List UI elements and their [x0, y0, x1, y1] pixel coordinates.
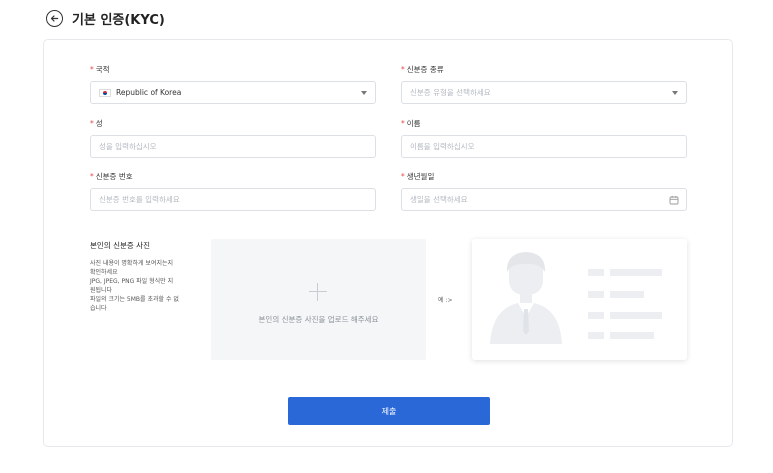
page-title: 기본 인증(KYC): [72, 12, 165, 28]
id-number-label-text: 신분증 번호: [95, 172, 133, 181]
upload-box-text: 본인의 신분증 사진을 업로드 해주세요: [258, 315, 379, 324]
id-number-placeholder: 신분증 번호를 입력하세요: [99, 195, 180, 204]
id-type-select[interactable]: 신분증 유형을 선택하세요: [401, 81, 687, 104]
last-name-label: * 성: [90, 118, 376, 129]
upload-description: 사진 내용이 명확하게 보여지는지 확인하세요 JPG, JPEG, PNG 파…: [90, 259, 202, 313]
birth-date-label: * 생년월일: [401, 171, 687, 182]
nationality-value: Republic of Korea: [116, 88, 182, 97]
nationality-label-text: 국적: [95, 65, 110, 74]
birth-date-label-text: 생년월일: [406, 172, 435, 181]
last-name-placeholder: 성을 입력하십시오: [99, 142, 157, 151]
back-button[interactable]: [46, 9, 63, 27]
upload-title: 본인의 신분증 사진: [90, 241, 150, 250]
last-name-label-text: 성: [95, 119, 103, 128]
sample-id-card: [472, 239, 687, 360]
submit-button[interactable]: 제출: [288, 397, 490, 425]
first-name-input[interactable]: 이름을 입력하십시오: [401, 135, 687, 158]
upload-desc-line: 원됩니다: [90, 287, 113, 294]
plus-icon: [309, 283, 327, 301]
id-photo-upload-area[interactable]: 본인의 신분증 사진을 업로드 해주세요: [211, 239, 426, 360]
first-name-placeholder: 이름을 입력하십시오: [410, 142, 475, 151]
kyc-form-card: * 국적 Republic of Korea * 신분증 종류 신분증 유형을 선택…: [43, 39, 733, 447]
upload-desc-line: 파일의 크기는 5MB를 초과할 수 없: [90, 296, 179, 303]
id-type-field: * 신분증 종류 신분증 유형을 선택하세요: [401, 64, 687, 104]
id-number-input[interactable]: 신분증 번호를 입력하세요: [90, 188, 376, 211]
birth-date-picker[interactable]: 생일을 선택하세요: [401, 188, 687, 211]
required-mark: *: [401, 172, 405, 181]
first-name-field: * 이름 이름을 입력하십시오: [401, 118, 687, 158]
id-card-text-lines-icon: [588, 269, 662, 339]
required-mark: *: [90, 65, 94, 74]
last-name-input[interactable]: 성을 입력하십시오: [90, 135, 376, 158]
arrow-left-icon: [50, 14, 59, 22]
upload-desc-line: JPG, JPEG, PNG 파일 형식만 지: [90, 278, 174, 285]
upload-desc-line: 습니다: [90, 305, 107, 312]
id-type-label-text: 신분증 종류: [406, 65, 444, 74]
calendar-icon: [669, 196, 679, 205]
birth-date-field: * 생년월일 생일을 선택하세요: [401, 171, 687, 211]
nationality-select[interactable]: Republic of Korea: [90, 81, 376, 104]
id-number-field: * 신분증 번호 신분증 번호를 입력하세요: [90, 171, 376, 211]
last-name-field: * 성 성을 입력하십시오: [90, 118, 376, 158]
chevron-down-icon: [361, 91, 367, 95]
required-mark: *: [401, 65, 405, 74]
required-mark: *: [90, 119, 94, 128]
nationality-label: * 국적: [90, 64, 376, 75]
required-mark: *: [401, 119, 405, 128]
id-number-label: * 신분증 번호: [90, 171, 376, 182]
first-name-label-text: 이름: [406, 119, 421, 128]
required-mark: *: [90, 172, 94, 181]
upload-info: 본인의 신분증 사진 사진 내용이 명확하게 보여지는지 확인하세요 JPG, …: [90, 240, 202, 313]
chevron-down-icon: [672, 91, 678, 95]
birth-date-placeholder: 생일을 선택하세요: [410, 195, 468, 204]
nationality-field: * 국적 Republic of Korea: [90, 64, 376, 104]
korea-flag-icon: [99, 88, 111, 97]
header: 기본 인증(KYC): [46, 8, 165, 28]
example-label: 예 :>: [438, 297, 453, 304]
id-type-label: * 신분증 종류: [401, 64, 687, 75]
upload-desc-line: 사진 내용이 명확하게 보여지는지: [90, 260, 174, 267]
id-type-placeholder: 신분증 유형을 선택하세요: [410, 88, 491, 97]
upload-desc-line: 확인하세요: [90, 269, 118, 276]
first-name-label: * 이름: [401, 118, 687, 129]
